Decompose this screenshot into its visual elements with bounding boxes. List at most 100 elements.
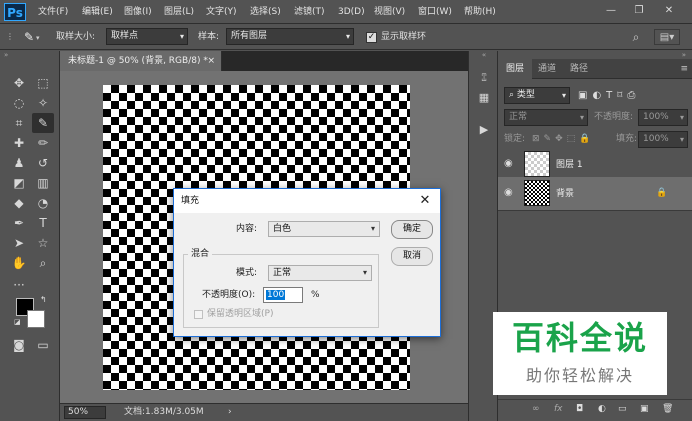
tab-layers[interactable]: 图层 xyxy=(498,59,533,79)
menu-window[interactable]: 窗口(W) xyxy=(418,0,452,24)
lock-icons: ⊠✎✥⬚🔒 xyxy=(532,134,595,144)
layer-filter-value: 类型 xyxy=(516,90,535,100)
fx-icon[interactable]: fx xyxy=(554,404,563,414)
menu-layer[interactable]: 图层(L) xyxy=(164,0,194,24)
gradient-tool-icon[interactable]: ▥ xyxy=(32,173,54,193)
menu-view[interactable]: 视图(V) xyxy=(374,0,405,24)
document-tab[interactable]: 未标题-1 @ 50% (背景, RGB/8) * × xyxy=(60,51,222,71)
collapse-arrows-icon[interactable]: « xyxy=(469,51,499,59)
sample-size-select[interactable]: 取样点 ▾ xyxy=(106,28,188,45)
history-brush-tool-icon[interactable]: ↺ xyxy=(32,153,54,173)
visibility-eye-icon[interactable]: ◉ xyxy=(504,158,516,170)
menu-filter[interactable]: 滤镜(T) xyxy=(294,0,325,24)
menu-help[interactable]: 帮助(H) xyxy=(464,0,496,24)
background-color-swatch[interactable] xyxy=(27,310,45,328)
chevron-down-icon: ▾ xyxy=(362,268,367,277)
default-colors-icon[interactable]: ◪ xyxy=(14,318,22,326)
menu-3d[interactable]: 3D(D) xyxy=(338,0,365,24)
options-bar: ⋮ ✎ ▾ 取样大小: 取样点 ▾ 样本: 所有图层 ▾ ✓ 显示取样环 ⌕ ▤▾ xyxy=(0,24,692,50)
new-layer-icon[interactable]: ▣ xyxy=(640,404,649,414)
panel-menu-icon[interactable]: ≡ xyxy=(680,59,688,79)
menu-image[interactable]: 图像(I) xyxy=(124,0,152,24)
chevron-down-icon[interactable]: ▾ xyxy=(36,34,44,42)
quick-mask-icon[interactable]: ◙ xyxy=(8,335,30,355)
content-select[interactable]: 白色 ▾ xyxy=(268,221,380,237)
link-layers-icon[interactable]: ∞ xyxy=(532,404,540,414)
workspace-switcher-icon[interactable]: ▤▾ xyxy=(654,29,680,45)
chevron-down-icon: ▾ xyxy=(679,135,684,144)
dialog-close-icon[interactable]: ✕ xyxy=(416,191,434,211)
history-panel-icon[interactable]: ⑄ xyxy=(474,69,494,87)
adjustment-layer-icon[interactable]: ◐ xyxy=(598,404,606,414)
chevron-down-icon: ▾ xyxy=(345,32,350,41)
pen-tool-icon[interactable]: ✒ xyxy=(8,213,30,233)
content-label: 内容: xyxy=(236,224,258,234)
swap-colors-icon[interactable]: ↰ xyxy=(40,295,50,305)
crop-tool-icon[interactable]: ⌗ xyxy=(8,113,30,133)
move-tool-icon[interactable]: ✥ xyxy=(8,73,30,93)
collapse-arrows-icon[interactable]: » xyxy=(0,51,60,59)
tab-paths[interactable]: 路径 xyxy=(562,59,596,79)
cancel-button[interactable]: 取消 xyxy=(391,247,433,266)
watermark-subtitle: 助你轻松解决 xyxy=(525,366,634,385)
layer-filter-icons[interactable]: ▣◐T⌑⎙ xyxy=(578,87,688,104)
menu-type[interactable]: 文字(Y) xyxy=(206,0,237,24)
actions-play-icon[interactable]: ▶ xyxy=(474,121,494,139)
lasso-tool-icon[interactable]: ◌ xyxy=(8,93,30,113)
new-group-icon[interactable]: ▭ xyxy=(618,404,627,414)
opacity-input[interactable]: 100 xyxy=(263,287,303,303)
zoom-level-field[interactable]: 50% xyxy=(64,406,106,419)
layer-row-background[interactable]: ◉ 背景 🔒 xyxy=(498,177,692,211)
status-menu-arrow[interactable]: › xyxy=(228,404,232,420)
type-tool-icon[interactable]: T xyxy=(32,213,54,233)
brush-tool-icon[interactable]: ✏ xyxy=(32,133,54,153)
marquee-tool-icon[interactable]: ⬚ xyxy=(32,73,54,93)
minimize-button[interactable]: — xyxy=(598,2,624,20)
opacity-value: 100% xyxy=(643,112,669,122)
search-icon[interactable]: ⌕ xyxy=(628,29,644,45)
eyedropper-tool-icon[interactable]: ✎ xyxy=(32,113,54,133)
magic-wand-tool-icon[interactable]: ✧ xyxy=(32,93,54,113)
visibility-eye-icon[interactable]: ◉ xyxy=(504,187,516,199)
chevron-down-icon: ▾ xyxy=(179,32,184,41)
more-tools-icon[interactable]: ··· xyxy=(8,275,30,295)
search-icon: ⌕ xyxy=(509,90,517,100)
layer-thumbnail xyxy=(524,151,550,177)
add-mask-icon[interactable]: ◘ xyxy=(576,404,583,414)
tab-channels[interactable]: 通道 xyxy=(530,59,564,79)
menu-select[interactable]: 选择(S) xyxy=(250,0,281,24)
screen-mode-icon[interactable]: ▭ xyxy=(32,335,54,355)
blur-tool-icon[interactable]: ◆ xyxy=(8,193,30,213)
sample-size-label: 取样大小: xyxy=(56,32,96,42)
ok-button[interactable]: 确定 xyxy=(391,220,433,239)
lock-label: 锁定: xyxy=(504,134,526,144)
chevron-down-icon: ▾ xyxy=(679,113,684,122)
layers-footer: ∞ fx ◘ ◐ ▭ ▣ 🗑 xyxy=(498,399,692,421)
restore-button[interactable]: ❐ xyxy=(626,2,652,20)
menu-file[interactable]: 文件(F) xyxy=(38,0,68,24)
sample-select[interactable]: 所有图层 ▾ xyxy=(226,28,354,45)
zoom-tool-icon[interactable]: ⌕ xyxy=(32,253,54,273)
properties-panel-icon[interactable]: ▦ xyxy=(474,89,494,107)
show-ring-checkbox[interactable]: ✓ xyxy=(366,32,377,43)
mode-select[interactable]: 正常 ▾ xyxy=(268,265,372,281)
menu-bar: Ps 文件(F) 编辑(E) 图像(I) 图层(L) 文字(Y) 选择(S) 滤… xyxy=(0,0,692,24)
delete-layer-icon[interactable]: 🗑 xyxy=(662,404,673,414)
path-selection-tool-icon[interactable]: ➤ xyxy=(8,233,30,253)
fill-field: 100% ▾ xyxy=(638,131,688,148)
show-ring-label: 显示取样环 xyxy=(381,32,427,42)
dodge-tool-icon[interactable]: ◔ xyxy=(32,193,54,213)
shape-tool-icon[interactable]: ☆ xyxy=(32,233,54,253)
menu-edit[interactable]: 编辑(E) xyxy=(82,0,113,24)
layer-filter-select[interactable]: ⌕ 类型 ▾ xyxy=(504,87,570,104)
preserve-transparency-checkbox[interactable] xyxy=(194,310,203,319)
clone-stamp-tool-icon[interactable]: ♟ xyxy=(8,153,30,173)
collapse-arrows-icon[interactable]: » xyxy=(498,51,692,59)
close-tab-icon[interactable]: × xyxy=(207,51,215,71)
close-window-button[interactable]: ✕ xyxy=(656,2,682,20)
hand-tool-icon[interactable]: ✋ xyxy=(8,253,30,273)
eraser-tool-icon[interactable]: ◩ xyxy=(8,173,30,193)
document-tab-title: 未标题-1 @ 50% (背景, RGB/8) * xyxy=(68,56,208,66)
blend-mode-value: 正常 xyxy=(509,112,528,122)
healing-brush-tool-icon[interactable]: ✚ xyxy=(8,133,30,153)
